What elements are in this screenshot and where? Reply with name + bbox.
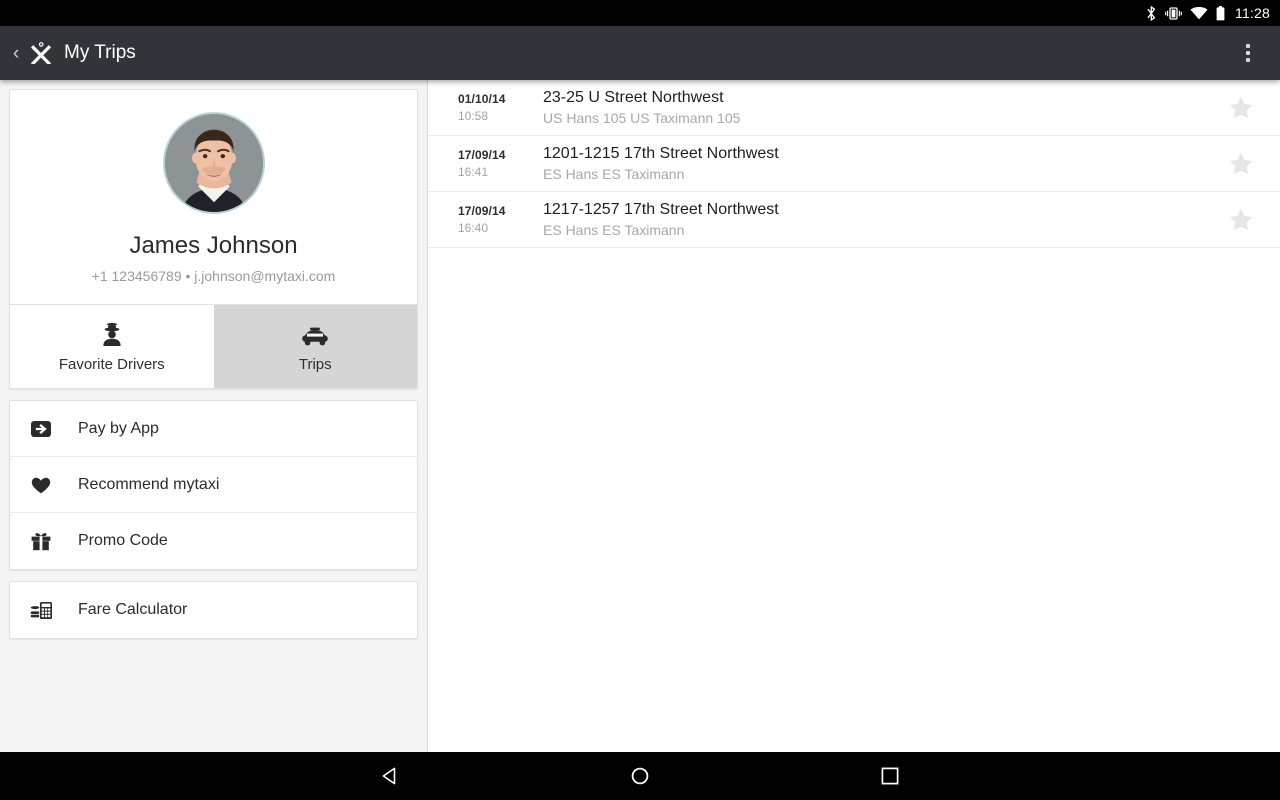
recents-nav-icon[interactable] xyxy=(860,752,920,800)
vibrate-icon xyxy=(1165,6,1182,20)
taxi-icon xyxy=(301,321,329,347)
table-row[interactable]: 17/09/14 16:41 1201-1215 17th Street Nor… xyxy=(428,136,1280,192)
trip-address: 1201-1215 17th Street Northwest xyxy=(543,145,779,162)
tab-trips[interactable]: Trips xyxy=(213,305,417,388)
battery-icon xyxy=(1216,5,1225,21)
menu-item-promo-code[interactable]: Promo Code xyxy=(10,513,417,569)
avatar[interactable] xyxy=(162,112,265,214)
tab-label: Favorite Drivers xyxy=(58,355,165,373)
home-nav-icon[interactable] xyxy=(610,752,670,800)
wifi-icon xyxy=(1190,6,1208,20)
gift-icon xyxy=(30,530,64,552)
trip-time: 16:40 xyxy=(458,221,489,235)
tab-favorite-drivers[interactable]: Favorite Drivers xyxy=(10,305,214,388)
menu-item-recommend-mytaxi[interactable]: Recommend mytaxi xyxy=(10,457,417,513)
trips-list-panel: 01/10/14 10:58 23-25 U Street Northwest … xyxy=(428,80,1280,752)
status-clock: 11:28 xyxy=(1235,5,1270,21)
user-avatar-photo xyxy=(164,114,263,212)
left-panel: James Johnson +1 123456789 • j.johnson@m… xyxy=(0,80,427,752)
status-bar: 11:28 xyxy=(0,0,1280,26)
trip-date: 17/09/14 xyxy=(458,204,506,218)
pay-by-app-icon xyxy=(30,418,64,440)
trip-main: 23-25 U Street Northwest US Hans 105 US … xyxy=(543,89,1224,126)
trip-when: 17/09/14 16:40 xyxy=(458,204,522,235)
star-icon[interactable] xyxy=(1224,152,1258,175)
menu-item-label: Recommend mytaxi xyxy=(78,475,220,493)
page-title: My Trips xyxy=(64,42,136,63)
back-nav-icon[interactable] xyxy=(360,752,420,800)
menu-item-label: Fare Calculator xyxy=(78,601,188,618)
app-bar: ‹ My Trips xyxy=(0,26,1280,80)
profile-section: James Johnson +1 123456789 • j.johnson@m… xyxy=(10,90,417,304)
trip-when: 17/09/14 16:41 xyxy=(458,148,522,179)
avatar-wrap xyxy=(10,112,417,214)
star-icon[interactable] xyxy=(1224,208,1258,231)
tab-label: Trips xyxy=(298,355,332,373)
table-row[interactable]: 17/09/14 16:40 1217-1257 17th Street Nor… xyxy=(428,192,1280,248)
android-nav-bar xyxy=(0,752,1280,800)
menu-item-fare-calculator[interactable]: Fare Calculator xyxy=(10,582,417,638)
calculator-icon xyxy=(30,599,64,621)
main-content: James Johnson +1 123456789 • j.johnson@m… xyxy=(0,80,1280,752)
mytaxi-x-logo-icon xyxy=(26,42,56,64)
heart-icon xyxy=(30,475,64,495)
trip-driver: US Hans 105 US Taximann 105 xyxy=(543,110,741,126)
menu-card-primary: Pay by App Recommend mytaxi Promo Code xyxy=(9,400,418,570)
trip-date: 01/10/14 xyxy=(458,92,506,106)
trip-driver: ES Hans ES Taximann xyxy=(543,166,685,182)
table-row[interactable]: 01/10/14 10:58 23-25 U Street Northwest … xyxy=(428,80,1280,136)
menu-item-label: Pay by App xyxy=(78,419,159,437)
trip-when: 01/10/14 10:58 xyxy=(458,92,522,123)
trip-main: 1201-1215 17th Street Northwest ES Hans … xyxy=(543,145,1224,182)
menu-item-pay-by-app[interactable]: Pay by App xyxy=(10,401,417,457)
trip-main: 1217-1257 17th Street Northwest ES Hans … xyxy=(543,201,1224,238)
overflow-menu-icon[interactable] xyxy=(1230,33,1266,73)
menu-card-secondary: Fare Calculator xyxy=(9,581,418,639)
profile-contact: +1 123456789 • j.johnson@mytaxi.com xyxy=(91,268,336,284)
profile-tabs: Favorite Drivers Trips xyxy=(10,304,417,388)
trip-time: 16:41 xyxy=(458,165,489,179)
trip-date: 17/09/14 xyxy=(458,148,506,162)
trip-address: 23-25 U Street Northwest xyxy=(543,89,724,106)
back-button[interactable]: ‹ xyxy=(6,44,26,63)
trip-time: 10:58 xyxy=(458,109,489,123)
profile-card: James Johnson +1 123456789 • j.johnson@m… xyxy=(9,89,418,389)
driver-icon xyxy=(99,321,125,347)
menu-item-label: Promo Code xyxy=(78,532,168,549)
bluetooth-icon xyxy=(1146,5,1157,21)
trip-address: 1217-1257 17th Street Northwest xyxy=(543,201,779,218)
star-icon[interactable] xyxy=(1224,96,1258,119)
trip-driver: ES Hans ES Taximann xyxy=(543,222,685,238)
profile-name: James Johnson xyxy=(129,232,298,259)
